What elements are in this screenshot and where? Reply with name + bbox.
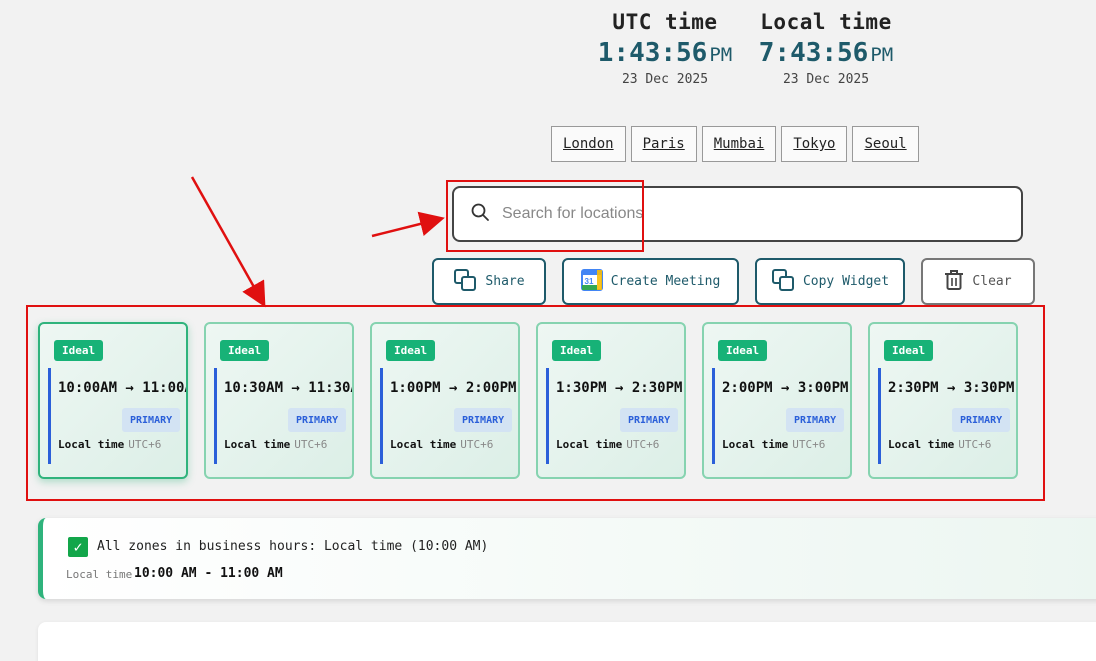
google-calendar-icon: 31 — [580, 268, 603, 295]
primary-badge: PRIMARY — [620, 408, 679, 432]
slot-zone: Local time UTC+6 — [888, 438, 991, 451]
slot-accent-bar — [712, 368, 715, 464]
summary-time-range: 10:00 AM - 11:00 AM — [134, 566, 283, 581]
utc-time-value: 1:43:56 — [597, 38, 708, 68]
local-ampm: PM — [870, 44, 894, 66]
trash-icon — [944, 269, 964, 295]
utc-ampm: PM — [709, 44, 733, 66]
local-clock: Local time 7:43:56 PM 23 Dec 2025 — [754, 10, 898, 87]
ideal-tag: Ideal — [386, 340, 436, 361]
slot-time-range: 10:00AM → 11:00AM — [58, 380, 188, 396]
ideal-tag: Ideal — [718, 340, 768, 361]
slot-zone-offset: UTC+6 — [294, 438, 328, 451]
city-link-mumbai[interactable]: Mumbai — [701, 126, 777, 162]
slot-accent-bar — [214, 368, 217, 464]
city-quick-links: London Paris Mumbai Tokyo Seoul — [551, 126, 919, 162]
search-icon — [470, 202, 490, 226]
slot-zone-offset: UTC+6 — [792, 438, 826, 451]
local-time-value: 7:43:56 — [758, 38, 869, 68]
slot-zone-offset: UTC+6 — [958, 438, 992, 451]
slot-zone: Local time UTC+6 — [390, 438, 493, 451]
svg-text:31: 31 — [584, 277, 593, 286]
search-input[interactable] — [502, 205, 982, 223]
clear-button-label: Clear — [972, 274, 1012, 289]
slot-zone-name: Local time — [556, 438, 623, 451]
summary-message: All zones in business hours: Local time … — [97, 539, 489, 554]
create-meeting-button-label: Create Meeting — [610, 274, 721, 289]
local-clock-label: Local time — [760, 10, 892, 34]
share-button-label: Share — [485, 274, 525, 289]
slot-zone-offset: UTC+6 — [626, 438, 660, 451]
copy-icon — [771, 268, 795, 296]
ideal-tag: Ideal — [54, 340, 104, 361]
slot-time-range: 2:30PM → 3:30PM — [888, 380, 1015, 396]
slot-zone-name: Local time — [58, 438, 125, 451]
time-slot-card[interactable]: Ideal 10:30AM → 11:30AM PRIMARY Local ti… — [204, 322, 354, 479]
city-link-tokyo[interactable]: Tokyo — [781, 126, 848, 162]
summary-zone-label: Local time — [66, 568, 133, 581]
time-slot-card[interactable]: Ideal 1:30PM → 2:30PM PRIMARY Local time… — [536, 322, 686, 479]
ideal-tag: Ideal — [552, 340, 602, 361]
city-link-seoul[interactable]: Seoul — [852, 126, 919, 162]
location-search[interactable] — [452, 186, 1023, 242]
slot-time-range: 1:00PM → 2:00PM — [390, 380, 517, 396]
time-slot-card[interactable]: Ideal 2:30PM → 3:30PM PRIMARY Local time… — [868, 322, 1018, 479]
primary-badge: PRIMARY — [952, 408, 1011, 432]
copy-widget-button[interactable]: Copy Widget — [755, 258, 905, 305]
copy-icon — [453, 268, 477, 296]
ideal-tag: Ideal — [220, 340, 270, 361]
slot-accent-bar — [546, 368, 549, 464]
slot-zone-name: Local time — [390, 438, 457, 451]
utc-clock: UTC time 1:43:56 PM 23 Dec 2025 — [593, 10, 737, 87]
content-card — [38, 622, 1096, 661]
local-clock-time: 7:43:56 PM — [754, 38, 898, 68]
utc-clock-time: 1:43:56 PM — [593, 38, 737, 68]
city-link-london[interactable]: London — [551, 126, 626, 162]
slot-zone-name: Local time — [888, 438, 955, 451]
time-slot-card[interactable]: Ideal 1:00PM → 2:00PM PRIMARY Local time… — [370, 322, 520, 479]
ideal-tag: Ideal — [884, 340, 934, 361]
primary-badge: PRIMARY — [786, 408, 845, 432]
primary-badge: PRIMARY — [454, 408, 513, 432]
utc-clock-label: UTC time — [612, 10, 718, 34]
share-button[interactable]: Share — [432, 258, 546, 305]
slot-zone-name: Local time — [722, 438, 789, 451]
slot-accent-bar — [380, 368, 383, 464]
primary-badge: PRIMARY — [288, 408, 347, 432]
slot-time-range: 10:30AM → 11:30AM — [224, 380, 354, 396]
clear-button[interactable]: Clear — [921, 258, 1035, 305]
time-slot-card[interactable]: Ideal 10:00AM → 11:00AM PRIMARY Local ti… — [38, 322, 188, 479]
primary-badge: PRIMARY — [122, 408, 181, 432]
slot-zone: Local time UTC+6 — [224, 438, 327, 451]
time-slot-card[interactable]: Ideal 2:00PM → 3:00PM PRIMARY Local time… — [702, 322, 852, 479]
slot-zone-offset: UTC+6 — [128, 438, 162, 451]
slot-zone: Local time UTC+6 — [722, 438, 825, 451]
create-meeting-button[interactable]: 31 Create Meeting — [562, 258, 739, 305]
slot-time-range: 2:00PM → 3:00PM — [722, 380, 849, 396]
slot-zone: Local time UTC+6 — [58, 438, 161, 451]
copy-widget-button-label: Copy Widget — [802, 274, 890, 289]
slot-zone-name: Local time — [224, 438, 291, 451]
slot-zone: Local time UTC+6 — [556, 438, 659, 451]
slot-accent-bar — [48, 368, 51, 464]
business-hours-summary: ✓ All zones in business hours: Local tim… — [38, 518, 1096, 599]
check-icon: ✓ — [68, 537, 88, 557]
slot-time-range: 1:30PM → 2:30PM — [556, 380, 683, 396]
utc-date: 23 Dec 2025 — [621, 72, 709, 87]
local-date: 23 Dec 2025 — [782, 72, 870, 87]
slot-zone-offset: UTC+6 — [460, 438, 494, 451]
city-link-paris[interactable]: Paris — [630, 126, 697, 162]
slot-accent-bar — [878, 368, 881, 464]
